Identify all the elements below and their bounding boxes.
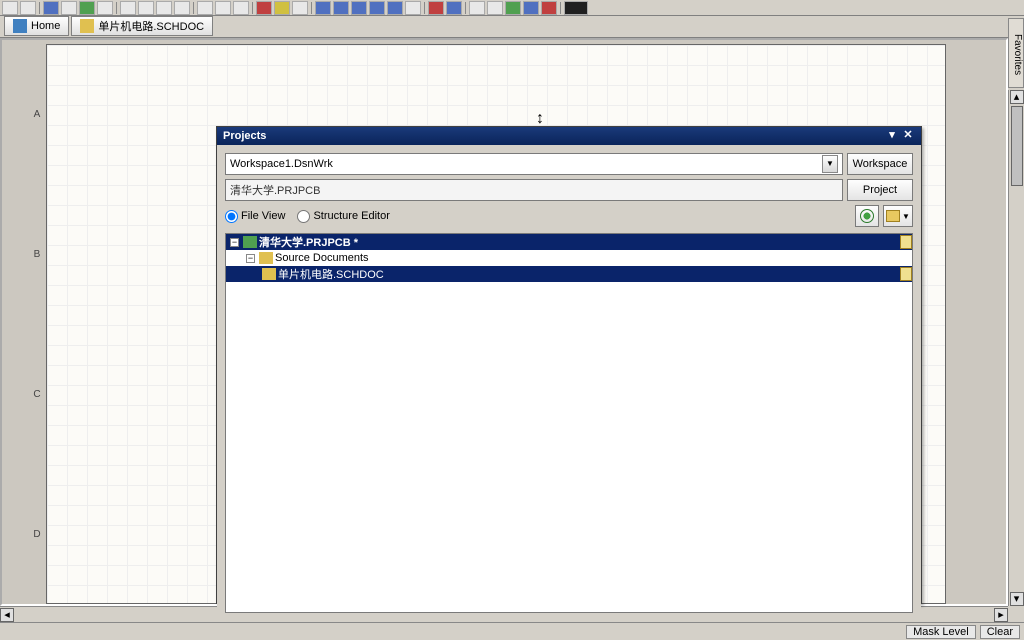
document-icon — [80, 19, 94, 33]
toolbar-icon[interactable] — [138, 1, 154, 15]
dropdown-icon[interactable]: ▾ — [885, 129, 899, 143]
close-icon[interactable]: ✕ — [901, 129, 915, 143]
refresh-icon — [860, 209, 874, 223]
page-icon — [900, 267, 912, 281]
toolbar-icon[interactable] — [256, 1, 272, 15]
toolbar-icon[interactable] — [541, 1, 557, 15]
toolbar-icon[interactable] — [369, 1, 385, 15]
toolbar-icon[interactable] — [469, 1, 485, 15]
toolbar-icon[interactable] — [315, 1, 331, 15]
toolbar-icon[interactable] — [333, 1, 349, 15]
project-field[interactable]: 清华大学.PRJPCB — [225, 179, 843, 201]
folder-options-button[interactable]: ▼ — [883, 205, 913, 227]
document-tab-label: 单片机电路.SCHDOC — [98, 18, 204, 34]
scroll-up-arrow[interactable]: ▴ — [1010, 90, 1024, 104]
scroll-left-arrow[interactable]: ◂ — [0, 608, 14, 622]
toolbar-icon[interactable] — [274, 1, 290, 15]
vertical-scrollbar[interactable]: ▴ ▾ — [1008, 90, 1024, 606]
project-field-value: 清华大学.PRJPCB — [230, 182, 320, 198]
clear-button[interactable]: Clear — [980, 625, 1020, 639]
project-icon — [243, 236, 257, 248]
mask-level-button[interactable]: Mask Level — [906, 625, 976, 639]
file-view-radio[interactable]: File View — [225, 210, 285, 223]
home-tab-label: Home — [31, 20, 60, 32]
favorites-sidebar-tab[interactable]: Favorites — [1008, 18, 1024, 88]
scroll-right-arrow[interactable]: ▸ — [994, 608, 1008, 622]
toolbar-icon[interactable] — [79, 1, 95, 15]
toolbar-icon[interactable] — [61, 1, 77, 15]
scroll-down-arrow[interactable]: ▾ — [1010, 592, 1024, 606]
document-tab[interactable]: 单片机电路.SCHDOC — [71, 16, 213, 36]
collapse-icon[interactable]: − — [246, 254, 255, 263]
chevron-down-icon[interactable]: ▼ — [822, 155, 838, 173]
toolbar-icon[interactable] — [97, 1, 113, 15]
toolbar-icon[interactable] — [156, 1, 172, 15]
workspace-combobox-value: Workspace1.DsnWrk — [230, 158, 822, 170]
folder-icon — [259, 252, 273, 264]
toolbar-icon[interactable] — [523, 1, 539, 15]
document-icon — [262, 268, 276, 280]
tree-folder-label: Source Documents — [275, 252, 369, 264]
projects-panel-title: Projects — [223, 130, 883, 142]
toolbar-icon[interactable] — [43, 1, 59, 15]
tree-folder-node[interactable]: − Source Documents — [226, 250, 912, 266]
toolbar-icon[interactable] — [215, 1, 231, 15]
project-tree[interactable]: − 清华大学.PRJPCB * − Source Documents 单片机电路… — [225, 233, 913, 613]
tree-project-node[interactable]: − 清华大学.PRJPCB * — [226, 234, 912, 250]
toolbar-icon[interactable] — [446, 1, 462, 15]
home-icon — [13, 19, 27, 33]
collapse-icon[interactable]: − — [230, 238, 239, 247]
toolbar-icon[interactable] — [120, 1, 136, 15]
projects-panel-titlebar[interactable]: Projects ▾ ✕ — [217, 127, 921, 145]
toolbar-icon[interactable] — [174, 1, 190, 15]
toolbar-icon[interactable] — [564, 1, 588, 15]
toolbar-icon[interactable] — [351, 1, 367, 15]
vertical-ruler: ABCD — [30, 44, 44, 604]
project-button[interactable]: Project — [847, 179, 913, 201]
scroll-thumb[interactable] — [1011, 106, 1023, 186]
toolbar-icon[interactable] — [405, 1, 421, 15]
projects-panel: Projects ▾ ✕ Workspace1.DsnWrk ▼ Workspa… — [216, 126, 922, 604]
refresh-button[interactable] — [855, 205, 879, 227]
document-tabs: Home 单片机电路.SCHDOC — [0, 16, 1024, 38]
toolbar-icon[interactable] — [2, 1, 18, 15]
toolbar-icon[interactable] — [428, 1, 444, 15]
tree-document-label: 单片机电路.SCHDOC — [278, 266, 384, 282]
toolbar-icon[interactable] — [387, 1, 403, 15]
structure-editor-radio[interactable]: Structure Editor — [297, 210, 389, 223]
toolbar-icon[interactable] — [233, 1, 249, 15]
workspace-combobox[interactable]: Workspace1.DsnWrk ▼ — [225, 153, 843, 175]
main-toolbar — [0, 0, 1024, 16]
tree-document-node[interactable]: 单片机电路.SCHDOC — [226, 266, 912, 282]
toolbar-icon[interactable] — [197, 1, 213, 15]
toolbar-icon[interactable] — [292, 1, 308, 15]
toolbar-icon[interactable] — [20, 1, 36, 15]
home-tab[interactable]: Home — [4, 16, 69, 36]
workspace-button[interactable]: Workspace — [847, 153, 913, 175]
structure-editor-radio-input[interactable] — [297, 210, 310, 223]
toolbar-icon[interactable] — [487, 1, 503, 15]
chevron-down-icon: ▼ — [902, 212, 910, 221]
status-bar: Mask Level Clear — [0, 622, 1024, 640]
folder-icon — [886, 210, 900, 222]
tree-project-label: 清华大学.PRJPCB * — [259, 234, 358, 250]
file-view-radio-input[interactable] — [225, 210, 238, 223]
page-icon — [900, 235, 912, 249]
toolbar-icon[interactable] — [505, 1, 521, 15]
